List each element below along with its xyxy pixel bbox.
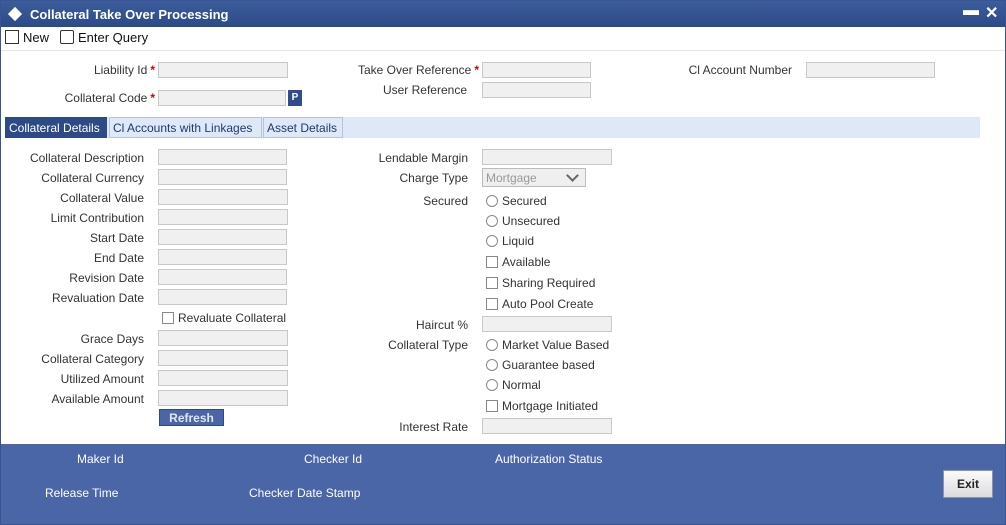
- normal-radio[interactable]: [486, 379, 498, 391]
- user-reference-label: User Reference: [382, 83, 467, 97]
- mortgage-initiated-checkbox[interactable]: [486, 400, 498, 412]
- revaluation-date-label: Revaluation Date: [51, 291, 144, 305]
- close-icon[interactable]: ✕: [985, 3, 998, 23]
- enter-query-label: Enter Query: [78, 30, 149, 45]
- charge-type-select[interactable]: Mortgage: [482, 168, 586, 187]
- collateral-code-input[interactable]: [158, 90, 286, 106]
- chevron-down-icon: [566, 169, 579, 182]
- checker-id-label: Checker Id: [304, 452, 363, 466]
- tab-strip: Collateral Details Cl Accounts with Link…: [5, 117, 980, 138]
- maker-id-label: Maker Id: [77, 452, 124, 466]
- collateral-description-input[interactable]: [158, 149, 287, 165]
- window-title: Collateral Take Over Processing: [30, 7, 229, 22]
- limit-contribution-input[interactable]: [158, 209, 288, 225]
- haircut-input[interactable]: [482, 316, 612, 332]
- guarantee-based-radio[interactable]: [486, 359, 498, 371]
- limit-contribution-label: Limit Contribution: [50, 211, 144, 225]
- collateral-description-label: Collateral Description: [29, 151, 144, 165]
- query-icon: [60, 30, 74, 44]
- authorization-status-label: Authorization Status: [495, 452, 603, 466]
- utilized-amount-input[interactable]: [158, 370, 288, 386]
- sharing-required-label: Sharing Required: [502, 276, 596, 290]
- start-date-label: Start Date: [89, 231, 144, 245]
- liquid-radio-label: Liquid: [502, 234, 535, 248]
- revaluate-collateral-label: Revaluate Collateral: [178, 311, 287, 325]
- utilized-amount-label: Utilized Amount: [60, 372, 144, 386]
- end-date-label: End Date: [93, 251, 144, 265]
- take-over-reference-label: Take Over Reference *: [357, 63, 479, 77]
- available-amount-input[interactable]: [158, 390, 288, 406]
- grace-days-label: Grace Days: [80, 332, 144, 346]
- new-document-icon: [5, 30, 19, 44]
- take-over-reference-input[interactable]: [482, 62, 591, 78]
- tab-collateral-details[interactable]: Collateral Details: [5, 117, 107, 138]
- interest-rate-label: Interest Rate: [399, 420, 468, 434]
- lendable-margin-input[interactable]: [482, 149, 612, 165]
- auto-pool-create-label: Auto Pool Create: [502, 297, 594, 311]
- auto-pool-create-checkbox[interactable]: [486, 298, 498, 310]
- checker-date-stamp-label: Checker Date Stamp: [249, 486, 361, 500]
- revision-date-label: Revision Date: [69, 271, 144, 285]
- collateral-value-label: Collateral Value: [60, 191, 144, 205]
- secured-label: Secured: [423, 194, 468, 208]
- cl-account-number-label: Cl Account Number: [688, 63, 792, 77]
- end-date-input[interactable]: [158, 249, 287, 265]
- haircut-label: Haircut %: [415, 318, 468, 332]
- start-date-input[interactable]: [158, 229, 287, 245]
- collateral-currency-input[interactable]: [158, 169, 287, 185]
- grace-days-input[interactable]: [158, 330, 288, 346]
- collateral-code-label: Collateral Code *: [64, 91, 155, 105]
- exit-button[interactable]: Exit: [943, 470, 993, 498]
- liability-id-label: Liability Id *: [93, 63, 155, 77]
- revaluate-collateral-checkbox[interactable]: [162, 312, 174, 324]
- mortgage-initiated-label: Mortgage Initiated: [502, 399, 599, 413]
- toolbar: New Enter Query: [1, 27, 1005, 51]
- release-time-label: Release Time: [45, 486, 119, 500]
- revision-date-input[interactable]: [158, 269, 287, 285]
- new-label: New: [23, 30, 50, 45]
- collateral-currency-label: Collateral Currency: [41, 171, 144, 185]
- title-bar: Collateral Take Over Processing ▬ ✕: [1, 1, 1005, 27]
- lendable-margin-label: Lendable Margin: [378, 151, 468, 165]
- collateral-code-lov-button[interactable]: P: [288, 90, 302, 106]
- sharing-required-checkbox[interactable]: [486, 277, 498, 289]
- new-button[interactable]: New: [5, 30, 49, 45]
- cl-account-number-input[interactable]: [806, 62, 935, 78]
- guarantee-based-label: Guarantee based: [502, 358, 595, 372]
- liquid-radio[interactable]: [486, 235, 498, 247]
- tab-asset-details[interactable]: Asset Details: [263, 117, 343, 138]
- normal-label: Normal: [502, 378, 541, 392]
- enter-query-button[interactable]: Enter Query: [60, 30, 148, 45]
- secured-radio-label: Secured: [502, 194, 547, 208]
- revaluation-date-input[interactable]: [158, 289, 287, 305]
- market-value-based-radio[interactable]: [486, 339, 498, 351]
- user-reference-input[interactable]: [482, 82, 591, 98]
- liability-id-input[interactable]: [158, 62, 288, 78]
- available-amount-label: Available Amount: [51, 392, 144, 406]
- collateral-category-input[interactable]: [158, 350, 288, 366]
- unsecured-radio-label: Unsecured: [502, 214, 561, 228]
- refresh-button[interactable]: Refresh: [159, 409, 224, 426]
- interest-rate-input[interactable]: [482, 418, 612, 434]
- charge-type-label: Charge Type: [399, 171, 469, 185]
- charge-type-value: Mortgage: [486, 171, 537, 185]
- available-checkbox[interactable]: [486, 256, 498, 268]
- app-diamond-icon: [7, 6, 23, 22]
- market-value-based-label: Market Value Based: [502, 338, 610, 352]
- unsecured-radio[interactable]: [486, 215, 498, 227]
- collateral-value-input[interactable]: [158, 189, 288, 205]
- collateral-category-label: Collateral Category: [41, 352, 144, 366]
- minimize-icon[interactable]: ▬: [963, 2, 979, 20]
- audit-footer: Maker Id Checker Id Authorization Status…: [1, 444, 1005, 524]
- window: Collateral Take Over Processing ▬ ✕ New …: [0, 0, 1006, 525]
- collateral-type-label: Collateral Type: [388, 338, 468, 352]
- secured-radio[interactable]: [486, 195, 498, 207]
- tab-cl-accounts-with-linkages[interactable]: Cl Accounts with Linkages: [109, 117, 262, 138]
- available-label: Available: [502, 255, 551, 269]
